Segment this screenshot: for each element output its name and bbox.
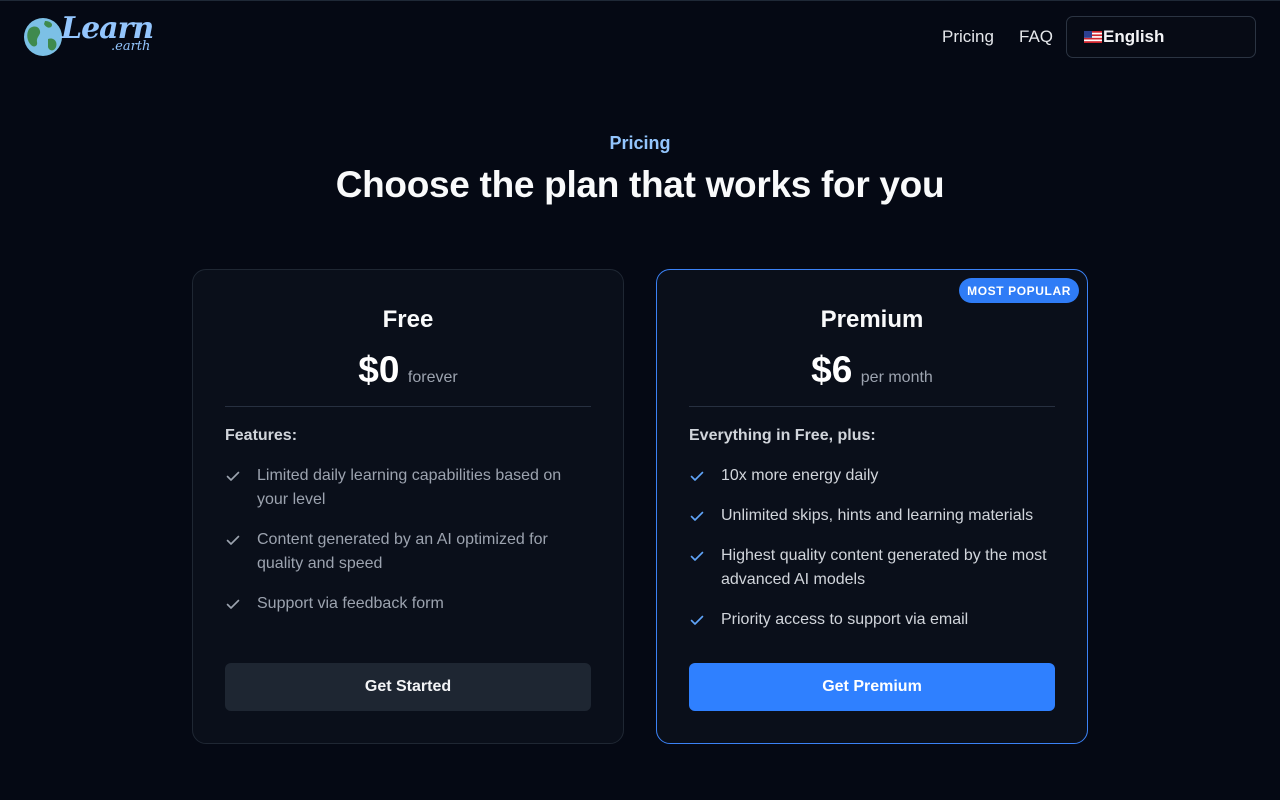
feature-item: Content generated by an AI optimized for… (225, 528, 595, 576)
logo-link[interactable]: Learn .earth (23, 11, 158, 61)
feature-text: Priority access to support via email (721, 611, 969, 628)
divider (225, 406, 591, 407)
language-selected-label: English (1103, 27, 1165, 46)
most-popular-badge: MOST POPULAR (959, 278, 1079, 303)
check-icon (690, 615, 704, 625)
check-icon (226, 535, 240, 545)
check-icon (226, 599, 240, 609)
feature-text: Unlimited skips, hints and learning mate… (721, 507, 1034, 524)
features-title: Features: (225, 427, 298, 444)
us-flag-icon (1084, 31, 1102, 43)
feature-list: Limited daily learning capabilities base… (225, 464, 595, 632)
plan-name: Free (382, 306, 434, 333)
feature-item: Highest quality content generated by the… (689, 544, 1059, 592)
feature-item: Limited daily learning capabilities base… (225, 464, 595, 512)
divider (689, 406, 1055, 407)
plan-card-free: Free $0 forever Features: Limited daily … (192, 269, 624, 744)
logo-suffix: .earth (111, 39, 151, 54)
features-title: Everything in Free, plus: (689, 427, 876, 444)
nav-pricing-link[interactable]: Pricing (942, 27, 994, 47)
check-icon (226, 471, 240, 481)
check-icon (690, 511, 704, 521)
check-icon (690, 551, 704, 561)
get-started-button[interactable]: Get Started (225, 663, 591, 711)
nav-faq-link[interactable]: FAQ (1019, 27, 1053, 47)
feature-item: Unlimited skips, hints and learning mate… (689, 504, 1059, 528)
page-title: Choose the plan that works for you (335, 164, 945, 205)
section-eyebrow: Pricing (609, 133, 671, 153)
feature-item: Priority access to support via email (689, 608, 1059, 632)
price-row: $6 per month (657, 349, 1087, 391)
feature-text: Support via feedback form (257, 595, 444, 612)
feature-text: Content generated by an AI optimized for… (257, 531, 548, 572)
plan-period: per month (860, 369, 933, 386)
plan-price: $6 (811, 349, 853, 390)
feature-text: Highest quality content generated by the… (721, 547, 1047, 588)
feature-text: 10x more energy daily (721, 467, 879, 484)
feature-item: Support via feedback form (225, 592, 595, 616)
site-header: Learn .earth Pricing FAQ English (0, 0, 1280, 76)
plan-name: Premium (820, 306, 924, 333)
check-icon (690, 471, 704, 481)
feature-item: 10x more energy daily (689, 464, 1059, 488)
language-selector[interactable]: English (1066, 16, 1256, 58)
feature-list: 10x more energy daily Unlimited skips, h… (689, 464, 1059, 648)
get-premium-button[interactable]: Get Premium (689, 663, 1055, 711)
plan-price: $0 (358, 349, 400, 390)
globe-icon (24, 18, 62, 56)
feature-text: Limited daily learning capabilities base… (257, 467, 562, 508)
price-row: $0 forever (193, 349, 623, 391)
plan-period: forever (407, 369, 458, 386)
plan-card-premium: MOST POPULAR Premium $6 per month Everyt… (656, 269, 1088, 744)
